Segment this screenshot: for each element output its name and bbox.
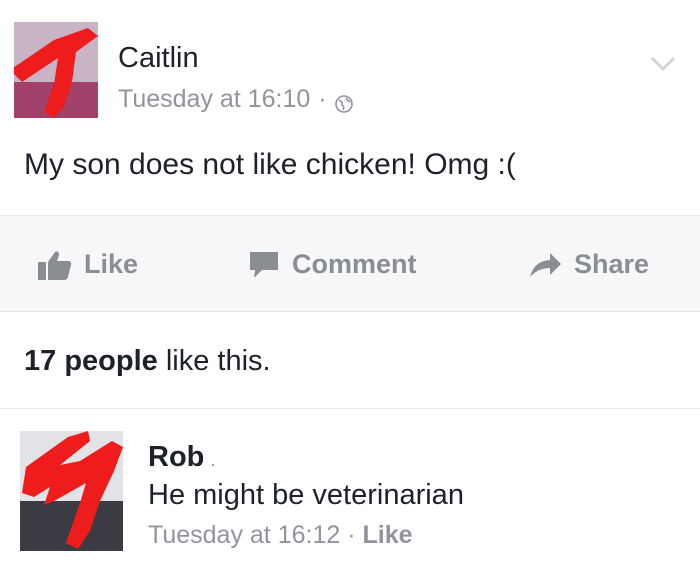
like-button[interactable]: Like — [38, 216, 138, 313]
comment-label: Comment — [292, 249, 417, 279]
commenter-name-text: Rob — [148, 441, 205, 473]
post-timestamp[interactable]: Tuesday at 16:10 — [118, 85, 310, 114]
globe-icon — [334, 91, 353, 113]
commenter-avatar[interactable] — [20, 431, 123, 551]
share-button[interactable]: Share — [528, 216, 649, 313]
author-avatar[interactable] — [14, 22, 98, 118]
thumbs-up-icon — [38, 250, 72, 280]
post-author-name[interactable]: Caitlin — [118, 42, 199, 75]
comment-item: Rob. He might be veterinarian Tuesday at… — [0, 409, 700, 576]
commenter-name[interactable]: Rob. — [148, 441, 215, 474]
comment-meta-separator: · — [340, 521, 363, 549]
share-arrow-icon — [530, 252, 561, 277]
post-header: Caitlin Tuesday at 16:10 · My son does n… — [0, 0, 700, 215]
comment-button[interactable]: Comment — [248, 216, 417, 313]
likes-summary: 17 people like this. — [0, 312, 700, 409]
chevron-down-icon[interactable] — [650, 56, 676, 72]
comment-timestamp[interactable]: Tuesday at 16:12 — [148, 521, 340, 549]
likes-suffix: like this. — [157, 345, 271, 377]
like-label: Like — [84, 249, 139, 279]
comment-meta: Tuesday at 16:12 · Like — [148, 521, 413, 550]
likes-summary-text[interactable]: 17 people like this. — [24, 345, 271, 378]
comment-bubble-icon — [250, 251, 278, 278]
comment-like-link[interactable]: Like — [362, 521, 412, 549]
post-meta: Tuesday at 16:10 · — [118, 85, 353, 114]
post-body-text: My son does not like chicken! Omg :( — [24, 148, 516, 181]
meta-separator: · — [318, 85, 327, 113]
comment-text: He might be veterinarian — [148, 479, 464, 511]
likes-count: 17 people — [24, 345, 158, 377]
commenter-name-dot: . — [210, 450, 216, 470]
post-action-bar: Like Comment Share — [0, 215, 700, 312]
share-label: Share — [574, 249, 650, 279]
